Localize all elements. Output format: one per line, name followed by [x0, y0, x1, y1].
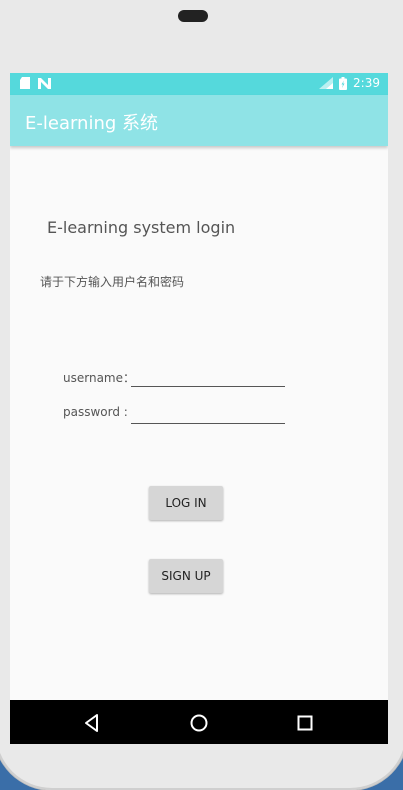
instruction-text: 请于下方输入用户名和密码: [40, 275, 185, 289]
sd-card-icon: [20, 77, 30, 89]
app-screen: 2:39 E-learning 系统 E-learning system log…: [10, 73, 388, 744]
app-bar: E-learning 系统: [10, 95, 388, 146]
speaker-slot: [178, 10, 208, 22]
signal-icon: [319, 77, 334, 89]
status-left-icons: [20, 77, 51, 89]
recent-apps-icon[interactable]: [294, 712, 316, 734]
back-icon[interactable]: [81, 712, 103, 734]
username-label: username：: [63, 371, 135, 385]
password-input[interactable]: [131, 403, 285, 424]
home-icon[interactable]: [188, 712, 210, 734]
status-time: 2:39: [353, 76, 380, 90]
app-title: E-learning 系统: [25, 113, 159, 134]
battery-icon: [339, 76, 348, 90]
page-heading: E-learning system login: [47, 219, 236, 237]
navigation-bar: [10, 700, 388, 744]
password-label: password :: [63, 405, 128, 419]
status-right-icons: 2:39: [319, 76, 380, 90]
signup-button[interactable]: SIGN UP: [149, 559, 223, 593]
username-input[interactable]: [131, 366, 285, 387]
login-button[interactable]: LOG IN: [149, 486, 223, 520]
status-bar: 2:39: [10, 73, 388, 95]
n-notification-icon: [38, 77, 51, 89]
